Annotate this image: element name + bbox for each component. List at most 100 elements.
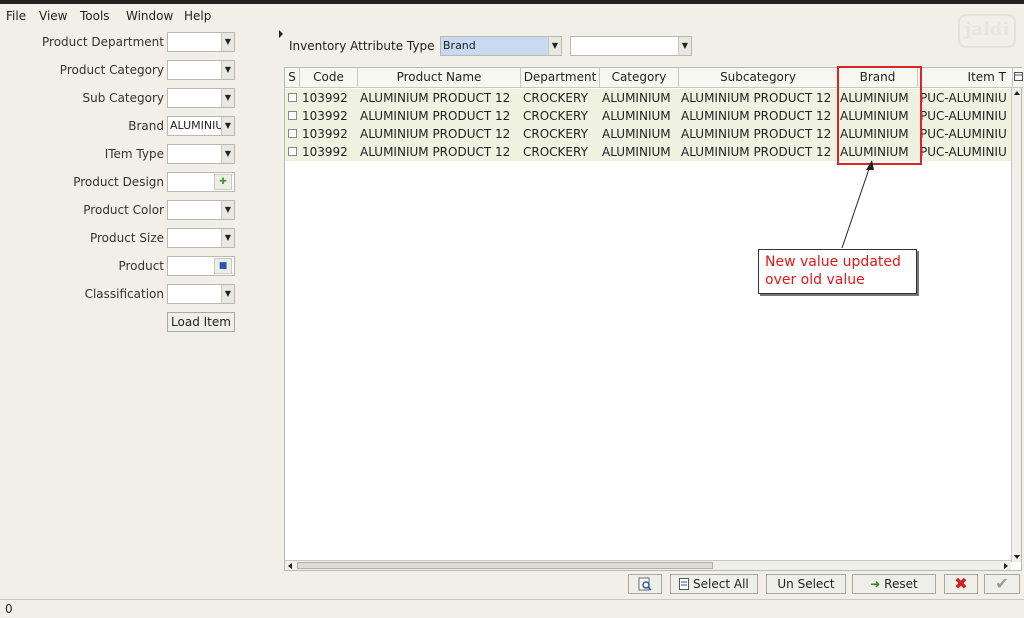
row-checkbox[interactable] (288, 111, 297, 120)
cell-category: ALUMINIUM (602, 127, 671, 141)
horizontal-scrollbar[interactable] (285, 560, 1011, 570)
color-combo[interactable]: ▼ (167, 200, 235, 220)
column-chooser-icon[interactable] (1013, 68, 1023, 88)
design-picker-icon[interactable]: ✚ (214, 174, 232, 190)
unselect-label: Un Select (777, 577, 835, 591)
cell-category: ALUMINIUM (602, 109, 671, 123)
reset-icon: ➜ (870, 577, 881, 591)
scroll-left-icon[interactable] (285, 561, 295, 571)
chevron-down-icon[interactable]: ▼ (221, 117, 234, 135)
annotation-callout: New value updated over old value (758, 249, 917, 294)
column-header-code[interactable]: Code (300, 68, 358, 88)
chevron-down-icon[interactable]: ▼ (221, 61, 234, 79)
filter-label-item-type: ITem Type (104, 147, 164, 161)
cell-subcategory: ALUMINIUM PRODUCT 12 (681, 91, 832, 105)
attribute-type-label: Inventory Attribute Type (289, 39, 435, 53)
attribute-value-combo[interactable]: ▼ (570, 36, 692, 56)
ok-icon: ✔ (995, 574, 1009, 593)
row-checkbox[interactable] (288, 93, 297, 102)
column-header-product-name[interactable]: Product Name (358, 68, 521, 88)
cell-code: 103992 (302, 145, 348, 159)
column-chooser-glyph-icon (1013, 72, 1023, 81)
cell-item-type: PUC-ALUMINIU (920, 127, 1007, 141)
classification-combo[interactable]: ▼ (167, 284, 235, 304)
cell-item-type: PUC-ALUMINIU (920, 91, 1007, 105)
chevron-down-icon[interactable]: ▼ (221, 145, 234, 163)
menu-help[interactable]: Help (184, 9, 211, 23)
search-button[interactable] (628, 574, 662, 594)
cancel-button[interactable]: ✖ (944, 574, 978, 594)
row-checkbox[interactable] (288, 129, 297, 138)
design-picker[interactable]: ✚ (167, 172, 235, 192)
combo-value: ALUMINIU (170, 119, 222, 132)
load-item-button[interactable]: Load Item (167, 312, 235, 332)
menu-tools[interactable]: Tools (80, 9, 110, 23)
reset-button[interactable]: ➜ Reset (852, 574, 936, 594)
cell-subcategory: ALUMINIUM PRODUCT 12 (681, 109, 832, 123)
chevron-down-icon[interactable]: ▼ (221, 201, 234, 219)
menu-file[interactable]: File (6, 9, 26, 23)
cell-department: CROCKERY (523, 91, 588, 105)
chevron-down-icon[interactable]: ▼ (221, 285, 234, 303)
scroll-thumb[interactable] (297, 562, 713, 569)
chevron-down-icon[interactable]: ▼ (221, 33, 234, 51)
row-checkbox[interactable] (288, 147, 297, 156)
cell-department: CROCKERY (523, 127, 588, 141)
brand-combo[interactable]: ALUMINIU ▼ (167, 116, 235, 136)
reset-label: Reset (884, 577, 918, 591)
department-combo[interactable]: ▼ (167, 32, 235, 52)
cell-item-type: PUC-ALUMINIU (920, 145, 1007, 159)
column-header-item-type[interactable]: Item T (918, 68, 1013, 88)
select-all-label: Select All (693, 577, 749, 591)
cell-department: CROCKERY (523, 145, 588, 159)
annotation-line-1: New value updated (765, 254, 901, 270)
menu-window[interactable]: Window (126, 9, 173, 23)
chevron-down-icon[interactable]: ▼ (548, 37, 561, 55)
cell-department: CROCKERY (523, 109, 588, 123)
cell-product-name: ALUMINIUM PRODUCT 12 (360, 145, 511, 159)
filter-label-subcategory: Sub Category (82, 91, 164, 105)
menu-view[interactable]: View (39, 9, 67, 23)
filter-label-size: Product Size (89, 231, 164, 245)
cell-product-name: ALUMINIUM PRODUCT 12 (360, 127, 511, 141)
attribute-type-combo[interactable]: Brand ▼ (440, 36, 562, 56)
cell-code: 103992 (302, 91, 348, 105)
filter-label-category: Product Category (59, 63, 164, 77)
logo: jaldi (958, 14, 1016, 48)
ok-button[interactable]: ✔ (984, 574, 1020, 594)
filter-label-classification: Classification (84, 287, 164, 301)
combo-value: Brand (443, 39, 476, 52)
cell-subcategory: ALUMINIUM PRODUCT 12 (681, 127, 832, 141)
cell-product-name: ALUMINIUM PRODUCT 12 (360, 91, 511, 105)
scroll-down-icon[interactable] (1012, 552, 1022, 562)
panel-splitter[interactable] (279, 30, 283, 570)
filter-label-color: Product Color (83, 203, 164, 217)
select-all-button[interactable]: Select All (670, 574, 758, 594)
cell-subcategory: ALUMINIUM PRODUCT 12 (681, 145, 832, 159)
annotation-arrow (841, 160, 874, 249)
column-header-subcategory[interactable]: Subcategory (679, 68, 838, 88)
cell-item-type: PUC-ALUMINIU (920, 109, 1007, 123)
column-header-select[interactable]: S (285, 68, 300, 88)
chevron-down-icon[interactable]: ▼ (678, 37, 691, 55)
product-picker[interactable]: ■ (167, 256, 235, 276)
subcategory-combo[interactable]: ▼ (167, 88, 235, 108)
column-header-department[interactable]: Department (521, 68, 600, 88)
product-picker-icon[interactable]: ■ (214, 258, 232, 274)
chevron-down-icon[interactable]: ▼ (221, 89, 234, 107)
cell-category: ALUMINIUM (602, 145, 671, 159)
scroll-up-icon[interactable] (1012, 88, 1022, 98)
category-combo[interactable]: ▼ (167, 60, 235, 80)
cancel-icon: ✖ (954, 574, 968, 593)
filter-label-design: Product Design (73, 175, 164, 189)
filter-label-product: Product (118, 259, 164, 273)
annotation-line-2: over old value (765, 272, 865, 288)
item-type-combo[interactable]: ▼ (167, 144, 235, 164)
chevron-down-icon[interactable]: ▼ (221, 229, 234, 247)
column-header-category[interactable]: Category (600, 68, 679, 88)
search-icon (638, 577, 652, 591)
vertical-scrollbar[interactable] (1011, 88, 1021, 562)
unselect-button[interactable]: Un Select (766, 574, 846, 594)
size-combo[interactable]: ▼ (167, 228, 235, 248)
scroll-right-icon[interactable] (1001, 561, 1011, 571)
